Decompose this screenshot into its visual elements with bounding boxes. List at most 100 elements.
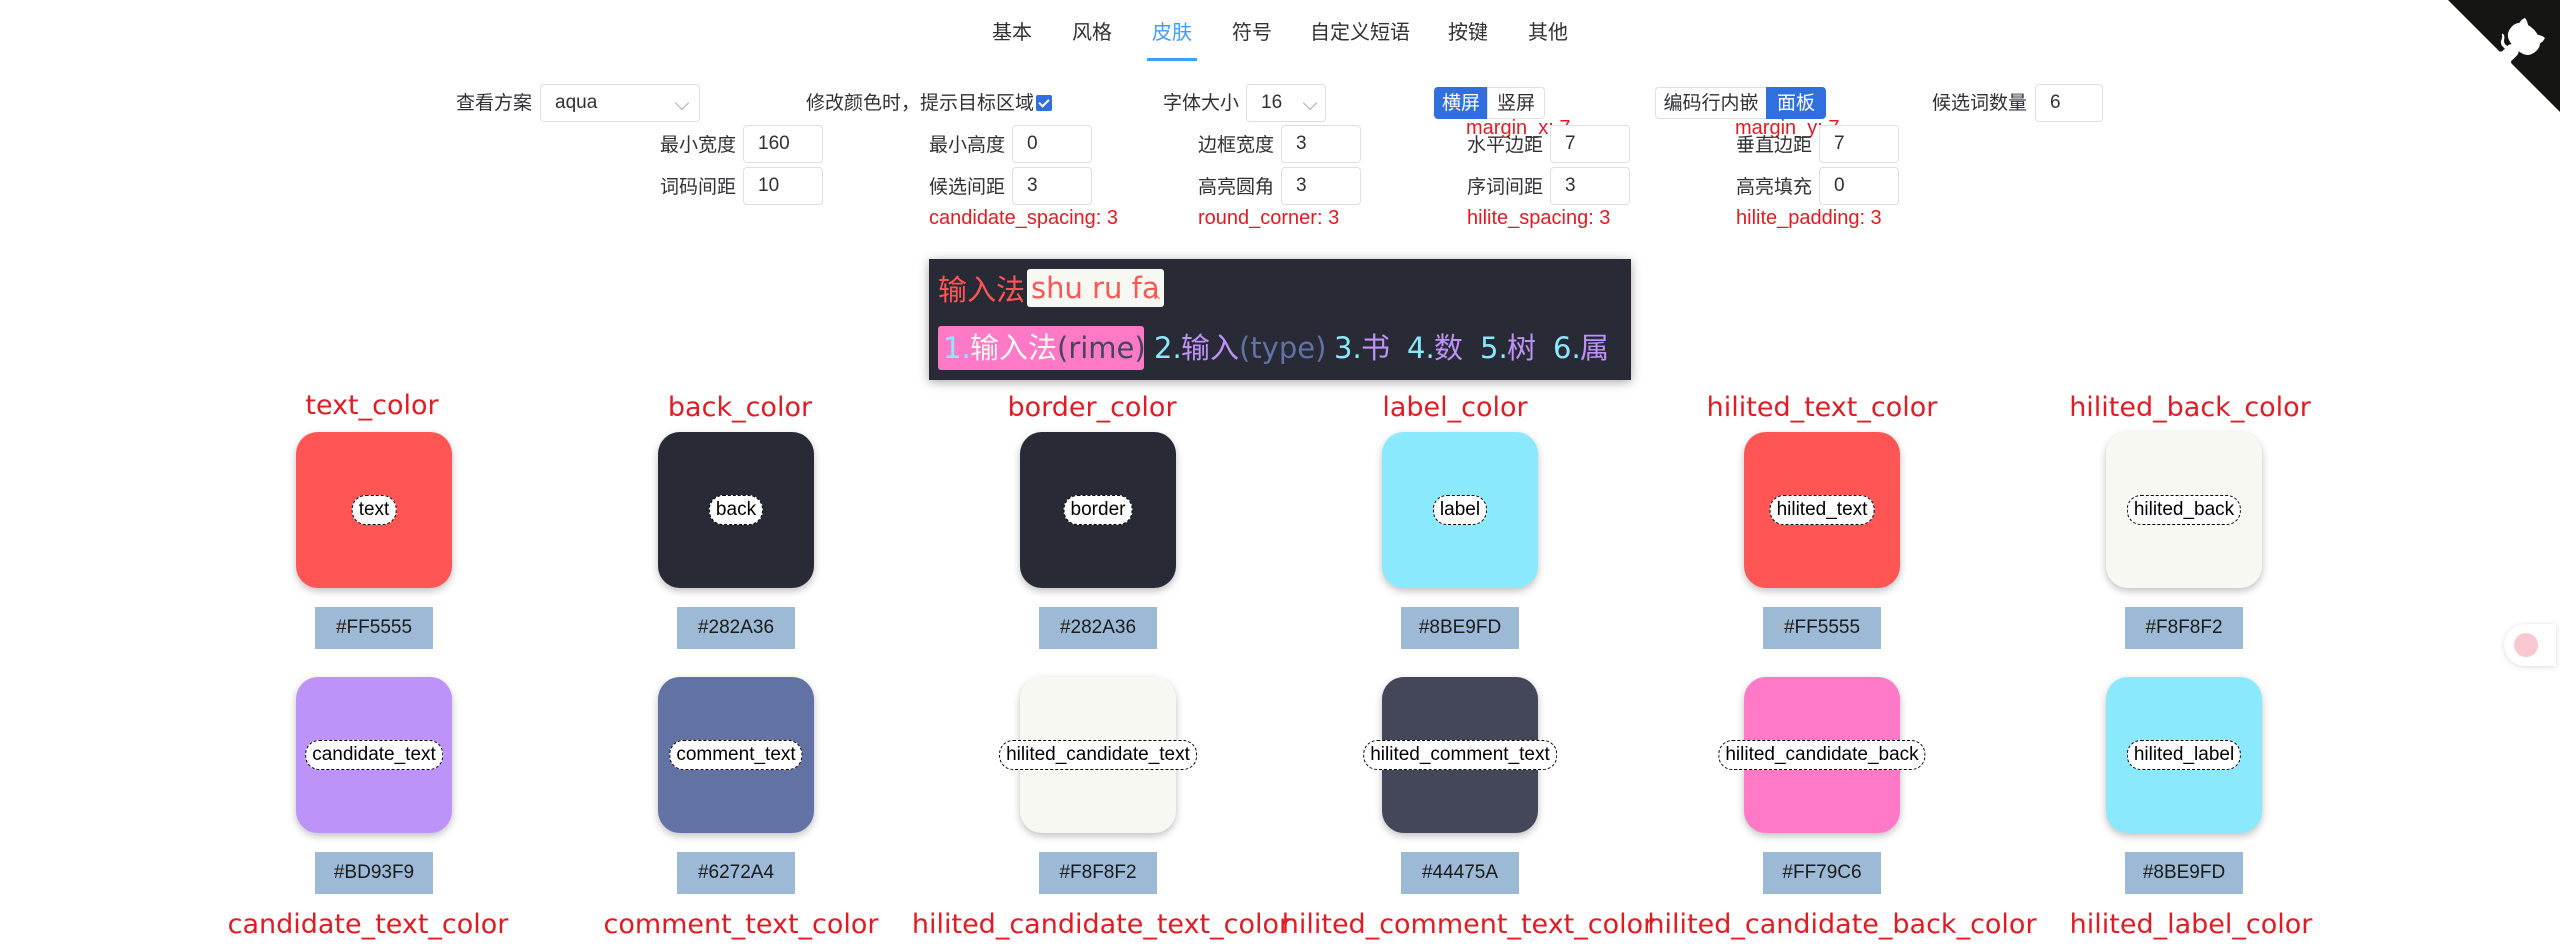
candidate-2-text: 输入 — [1181, 331, 1240, 365]
tab-symbols[interactable]: 符号 — [1232, 16, 1272, 45]
font-size-value: 16 — [1261, 92, 1283, 113]
swatch-hex-text-color[interactable]: #FF5555 — [315, 607, 433, 649]
horizontal-layout-button[interactable]: 横屏 — [1434, 87, 1488, 119]
swatch-back-color[interactable]: back — [658, 432, 814, 588]
settings-tab-bar: 基本 风格 皮肤 符号 自定义短语 按键 其他 — [0, 0, 2560, 62]
text-code-spacing-label: 词码间距 — [660, 176, 737, 198]
swatch-hex-back-color[interactable]: #282A36 — [677, 607, 795, 649]
scheme-label: 查看方案 — [456, 92, 533, 114]
swatch-border-color[interactable]: border — [1020, 432, 1176, 588]
swatch-tag-border: border — [1063, 495, 1133, 525]
round-corner-note: round_corner: 3 — [1198, 207, 1340, 229]
swatch-text-color[interactable]: text — [296, 432, 452, 588]
swatch-tag-hilited-comment-text: hilited_comment_text — [1363, 740, 1557, 770]
candidate-2-label: 2. — [1154, 331, 1182, 365]
scheme-select-value: aqua — [555, 92, 598, 113]
candidate-1-comment: (rime) — [1057, 331, 1146, 365]
candidate-3-text: 书 — [1361, 331, 1391, 365]
hilite-spacing-label: 序词间距 — [1467, 176, 1544, 198]
swatch-title-hilited-text-color: hilited_text_color — [1706, 392, 1938, 423]
swatch-hex-hilited-candidate-text-color[interactable]: #F8F8F2 — [1039, 852, 1157, 894]
swatch-hilited-candidate-back-color[interactable]: hilited_candidate_back — [1718, 677, 1926, 833]
vertical-layout-button[interactable]: 竖屏 — [1487, 87, 1545, 119]
hilite-spacing-input[interactable]: 3 — [1550, 167, 1630, 205]
border-width-input[interactable]: 3 — [1281, 125, 1361, 163]
candidate-spacing-label: 候选间距 — [929, 176, 1006, 198]
swatch-hex-hilited-comment-text-color[interactable]: #44475A — [1401, 852, 1519, 894]
swatch-hex-hilited-candidate-back-color[interactable]: #FF79C6 — [1763, 852, 1881, 894]
panel-preedit-button[interactable]: 面板 — [1766, 87, 1826, 119]
swatch-hex-label-color[interactable]: #8BE9FD — [1401, 607, 1519, 649]
swatch-title-hilited-label-color: hilited_label_color — [2069, 909, 2313, 940]
min-height-input[interactable]: 0 — [1012, 125, 1092, 163]
swatch-tag-comment-text: comment_text — [669, 740, 803, 770]
chevron-down-icon — [1302, 95, 1318, 111]
tab-custom-phrases[interactable]: 自定义短语 — [1310, 16, 1410, 45]
candidate-5-text: 树 — [1507, 331, 1537, 365]
round-corner-value: 3 — [1296, 175, 1307, 196]
inline-preedit-button[interactable]: 编码行内嵌 — [1655, 87, 1767, 119]
candidate-spacing-input[interactable]: 3 — [1012, 167, 1092, 205]
round-corner-input[interactable]: 3 — [1281, 167, 1361, 205]
tab-skin[interactable]: 皮肤 — [1152, 16, 1192, 45]
swatch-hex-candidate-text-color[interactable]: #BD93F9 — [315, 852, 433, 894]
active-tab-indicator — [1147, 58, 1197, 61]
text-code-spacing-input[interactable]: 10 — [743, 167, 823, 205]
swatch-tag-text: text — [351, 495, 397, 525]
margin-x-input[interactable]: 7 — [1550, 125, 1630, 163]
swatch-hilited-comment-text-color[interactable]: hilited_comment_text — [1363, 677, 1557, 833]
font-size-label: 字体大小 — [1163, 92, 1240, 114]
swatch-hilited-label-color[interactable]: hilited_label — [2106, 677, 2262, 833]
swatch-hex-hilited-label-color[interactable]: #8BE9FD — [2125, 852, 2243, 894]
translate-icon[interactable] — [2504, 624, 2556, 666]
candidate-spacing-value: 3 — [1027, 175, 1038, 196]
scheme-select[interactable]: aqua — [540, 84, 700, 122]
swatch-title-hilited-back-color: hilited_back_color — [2069, 392, 2311, 423]
swatch-hex-border-color[interactable]: #282A36 — [1039, 607, 1157, 649]
hilite-padding-label: 高亮填充 — [1736, 176, 1813, 198]
hilite-spacing-value: 3 — [1565, 175, 1576, 196]
swatch-title-hilited-candidate-back-color: hilited_candidate_back_color — [1647, 909, 2037, 940]
swatch-title-comment-text-color: comment_text_color — [603, 909, 879, 940]
candidate-count-label: 候选词数量 — [1932, 92, 2028, 114]
highlight-target-checkbox[interactable] — [1036, 95, 1052, 111]
swatch-hex-hilited-back-color[interactable]: #F8F8F2 — [2125, 607, 2243, 649]
margin-x-label: 水平边距 — [1467, 134, 1544, 156]
hilite-spacing-note: hilite_spacing: 3 — [1467, 207, 1611, 229]
swatch-tag-candidate-text: candidate_text — [305, 740, 443, 770]
tab-keys[interactable]: 按键 — [1448, 16, 1488, 45]
tab-style[interactable]: 风格 — [1072, 16, 1112, 45]
candidate-1-label: 1. — [943, 331, 971, 365]
swatch-title-border-color: border_color — [1007, 392, 1177, 423]
tab-basic[interactable]: 基本 — [992, 16, 1032, 45]
swatch-hex-hilited-text-color[interactable]: #FF5555 — [1763, 607, 1881, 649]
preedit-cursor: ‸ — [1154, 279, 1161, 300]
swatch-hilited-back-color[interactable]: hilited_back — [2106, 432, 2262, 588]
swatch-label-color[interactable]: label — [1382, 432, 1538, 588]
swatch-hilited-text-color[interactable]: hilited_text — [1744, 432, 1900, 588]
candidate-count-input[interactable]: 6 — [2035, 84, 2103, 122]
swatch-title-hilited-candidate-text-color: hilited_candidate_text_color — [911, 909, 1291, 940]
preedit-text: 输入法 — [938, 273, 1026, 307]
swatch-tag-label: label — [1432, 495, 1488, 525]
candidate-4-label: 4. — [1407, 331, 1435, 365]
swatch-comment-text-color[interactable]: comment_text — [658, 677, 814, 833]
swatch-hex-comment-text-color[interactable]: #6272A4 — [677, 852, 795, 894]
min-width-input[interactable]: 160 — [743, 125, 823, 163]
hilite-padding-value: 0 — [1834, 175, 1845, 196]
highlight-target-label: 修改颜色时，提示目标区域 — [806, 92, 1035, 114]
font-size-select[interactable]: 16 — [1246, 84, 1326, 122]
candidate-spacing-note: candidate_spacing: 3 — [929, 207, 1119, 229]
swatch-title-hilited-comment-text-color: hilited_comment_text_color — [1281, 909, 1655, 940]
chevron-down-icon — [674, 95, 690, 111]
swatch-tag-hilited-back: hilited_back — [2126, 495, 2242, 525]
preedit-hilited-text: shu ru fa — [1027, 269, 1164, 307]
swatch-hilited-candidate-text-color[interactable]: hilited_candidate_text — [999, 677, 1197, 833]
margin-y-input[interactable]: 7 — [1819, 125, 1899, 163]
hilite-padding-input[interactable]: 0 — [1819, 167, 1899, 205]
candidate-count-value: 6 — [2050, 92, 2061, 113]
tab-other[interactable]: 其他 — [1528, 16, 1568, 45]
swatch-title-back-color: back_color — [667, 392, 813, 423]
github-icon[interactable] — [2448, 0, 2560, 112]
swatch-candidate-text-color[interactable]: candidate_text — [296, 677, 452, 833]
